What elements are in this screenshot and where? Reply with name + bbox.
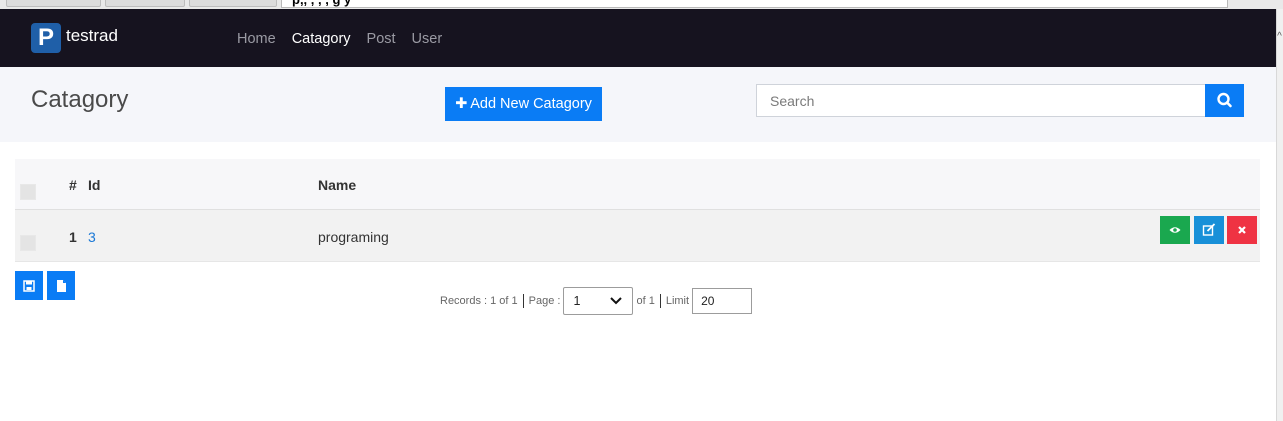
page-select[interactable]: 1	[563, 287, 634, 315]
limit-label: Limit	[665, 295, 690, 307]
column-header-name[interactable]: Name	[318, 177, 356, 193]
records-text: Records : 1 of 1	[440, 295, 518, 307]
browser-tab[interactable]	[6, 0, 101, 7]
browser-tab[interactable]	[189, 0, 277, 7]
add-button-label: Add New Catagory	[470, 96, 592, 112]
page-scrollbar[interactable]: ^	[1276, 9, 1283, 421]
nav-link-catagory[interactable]: Catagory	[292, 31, 351, 47]
eye-icon	[1160, 216, 1190, 244]
nav-links: Home Catagory Post User	[237, 31, 458, 47]
page-of-text: of 1	[636, 295, 655, 307]
nav-link-post[interactable]: Post	[367, 31, 396, 47]
row-number: 1	[69, 229, 77, 245]
new-file-button[interactable]	[47, 271, 75, 300]
edit-icon	[1194, 216, 1224, 244]
plus-icon: ✚	[455, 96, 468, 112]
column-header-num: #	[69, 177, 77, 193]
file-icon	[47, 271, 75, 300]
browser-toolbar: p,, , , , g y	[0, 0, 1283, 9]
top-navbar: P testrad Home Catagory Post User	[0, 9, 1276, 67]
row-checkbox[interactable]	[20, 235, 36, 251]
nav-link-user[interactable]: User	[412, 31, 443, 47]
select-all-checkbox[interactable]	[20, 184, 36, 200]
brand-logo: P	[31, 23, 61, 53]
row-name: programing	[318, 229, 389, 245]
divider	[522, 294, 524, 308]
page-header: Catagory ✚ Add New Catagory	[0, 67, 1276, 142]
limit-input[interactable]: 20	[692, 288, 753, 314]
browser-address-bar[interactable]: p,, , , , g y	[281, 0, 1228, 8]
brand-name: testrad	[66, 26, 118, 45]
search-button[interactable]	[1205, 84, 1244, 117]
save-icon	[15, 271, 43, 300]
row-id-link[interactable]: 3	[88, 229, 96, 245]
divider	[659, 294, 661, 308]
table-row: 1 3 programing	[15, 210, 1260, 262]
nav-link-home[interactable]: Home	[237, 31, 276, 47]
search-input[interactable]	[756, 84, 1206, 117]
save-button[interactable]	[15, 271, 43, 300]
delete-button[interactable]	[1227, 216, 1257, 244]
close-icon	[1227, 216, 1257, 244]
view-button[interactable]	[1160, 216, 1190, 244]
scroll-up-arrow-icon[interactable]: ^	[1276, 31, 1283, 42]
search-icon	[1205, 84, 1244, 117]
column-header-id[interactable]: Id	[88, 177, 100, 193]
page-label: Page :	[528, 295, 561, 307]
pagination: Records : 1 of 1 Page : 1 of 1 Limit 20	[440, 287, 753, 315]
catagory-table: # Id Name 1 3 programing	[15, 159, 1260, 262]
add-new-catagory-button[interactable]: ✚ Add New Catagory	[445, 87, 602, 121]
page-title: Catagory	[31, 86, 129, 113]
table-header: # Id Name	[15, 159, 1260, 210]
browser-tab[interactable]	[105, 0, 185, 7]
page-select-value: 1	[573, 294, 581, 308]
brand[interactable]: P testrad	[31, 23, 118, 53]
edit-button[interactable]	[1194, 216, 1224, 244]
